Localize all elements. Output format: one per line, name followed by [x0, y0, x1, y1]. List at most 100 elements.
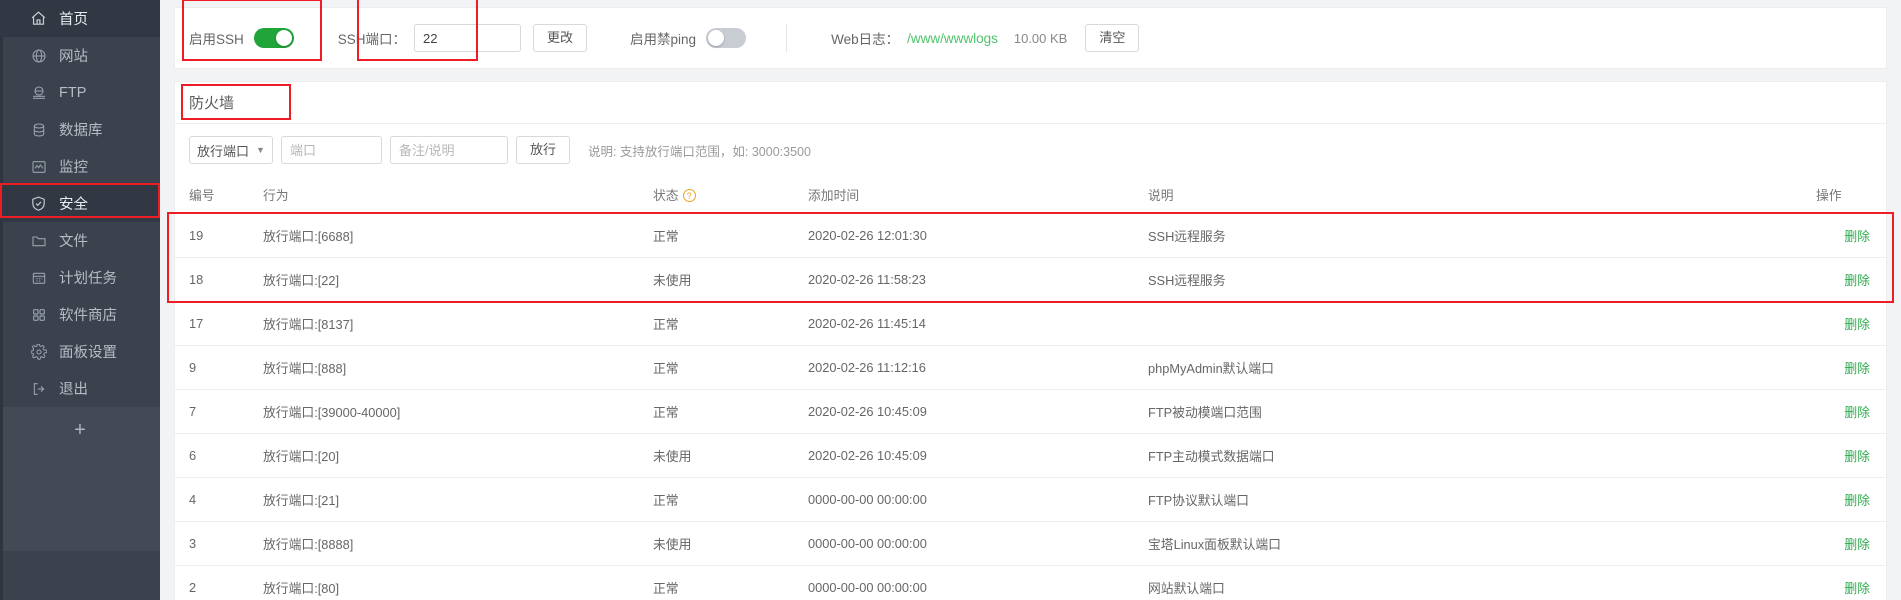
sidebar-item-label: 监控	[59, 160, 88, 176]
sidebar-add-button[interactable]: +	[0, 407, 160, 453]
cell-id: 4	[175, 477, 263, 522]
header-time: 添加时间	[808, 176, 1148, 214]
cell-operation: 删除	[1816, 389, 1886, 434]
note-input[interactable]	[389, 136, 508, 164]
cell-action: 放行端口:[20]	[263, 433, 653, 478]
chevron-down-icon: ▼	[256, 145, 265, 155]
sidebar-item-label: 文件	[59, 234, 88, 250]
sidebar-item-label: 软件商店	[59, 308, 117, 324]
allow-submit-button[interactable]: 放行	[515, 136, 570, 164]
folder-icon	[29, 231, 48, 250]
toggle-knob	[275, 30, 292, 46]
sidebar-item-appstore[interactable]: 软件商店	[0, 296, 160, 333]
sidebar-item-panel-settings[interactable]: 面板设置	[0, 333, 160, 370]
table-row: 19 放行端口:[6688] 正常 2020-02-26 12:01:30 SSH远程服…	[175, 213, 1886, 258]
cell-operation: 删除	[1816, 521, 1886, 566]
firewall-title: 防火墙	[189, 95, 235, 112]
ftp-icon	[29, 83, 48, 102]
table-header: 编号 行为 状态? 添加时间 说明 操作	[175, 176, 1886, 214]
divider	[786, 24, 788, 52]
enable-ssh-toggle[interactable]	[253, 28, 294, 48]
disable-ping-field: 启用禁ping	[630, 28, 747, 48]
cell-time: 2020-02-26 10:45:09	[808, 433, 1148, 478]
sidebar-item-website[interactable]: 网站	[0, 37, 160, 74]
cell-action: 放行端口:[39000-40000]	[263, 389, 653, 434]
cell-time: 2020-02-26 11:58:23	[808, 257, 1148, 302]
cell-status: 正常	[653, 213, 808, 258]
table-header-row: 编号 行为 状态? 添加时间 说明 操作	[175, 176, 1886, 214]
header-op: 操作	[1816, 176, 1886, 214]
cell-desc: FTP协议默认端口	[1148, 477, 1816, 522]
cell-time: 2020-02-26 11:12:16	[808, 345, 1148, 390]
sidebar-item-home[interactable]: 首页	[0, 0, 160, 37]
main-content: 启用SSH SSH端口： 更改 启用禁ping Web日志： /www/wwwl…	[160, 0, 1901, 600]
ssh-change-button[interactable]: 更改	[533, 24, 588, 52]
cell-operation: 删除	[1816, 345, 1886, 390]
cell-desc: SSH远程服务	[1148, 257, 1816, 302]
database-icon	[29, 120, 48, 139]
delete-link[interactable]: 删除	[1844, 361, 1870, 376]
sidebar-item-crontab[interactable]: 计划任务	[0, 259, 160, 296]
firewall-table-wrap: 编号 行为 状态? 添加时间 说明 操作 19 放行端口:[6688] 正常 2020…	[167, 176, 1894, 600]
sidebar-item-label: 网站	[59, 49, 88, 65]
table-row: 9 放行端口:[888] 正常 2020-02-26 11:12:16 phpMyAdm…	[175, 345, 1886, 390]
cell-status: 未使用	[653, 433, 808, 478]
weblog-clear-button[interactable]: 清空	[1085, 24, 1140, 52]
sidebar-item-label: 安全	[59, 197, 88, 213]
cell-operation: 删除	[1816, 301, 1886, 346]
cell-time: 2020-02-26 12:01:30	[808, 213, 1148, 258]
sidebar: 首页 网站 FTP 数据库 监控 安全 文件 计划任务 软件商店 面板设置 退出…	[0, 0, 160, 600]
delete-link[interactable]: 删除	[1844, 493, 1870, 508]
delete-link[interactable]: 删除	[1844, 537, 1870, 552]
logout-icon	[29, 379, 48, 398]
delete-link[interactable]: 删除	[1844, 229, 1870, 244]
cell-id: 19	[175, 213, 263, 258]
cell-status: 正常	[653, 389, 808, 434]
delete-link[interactable]: 删除	[1844, 273, 1870, 288]
cell-desc: FTP主动模式数据端口	[1148, 433, 1816, 478]
port-input[interactable]	[280, 136, 382, 164]
header-status: 状态?	[653, 176, 808, 214]
table-body: 19 放行端口:[6688] 正常 2020-02-26 12:01:30 SSH远程服…	[175, 213, 1886, 600]
weblog-size: 10.00 KB	[1013, 30, 1068, 46]
sidebar-item-label: 面板设置	[59, 345, 117, 361]
firewall-header: 防火墙	[175, 82, 1886, 124]
table-row: 18 放行端口:[22] 未使用 2020-02-26 11:58:23 SSH远程服务…	[175, 257, 1886, 302]
header-id: 编号	[175, 176, 263, 214]
cell-desc: 宝塔Linux面板默认端口	[1148, 521, 1816, 566]
table-row: 4 放行端口:[21] 正常 0000-00-00 00:00:00 FTP协议默认端口…	[175, 477, 1886, 522]
cell-id: 3	[175, 521, 263, 566]
cell-status: 正常	[653, 345, 808, 390]
table-row: 3 放行端口:[8888] 未使用 0000-00-00 00:00:00 宝塔Linu…	[175, 521, 1886, 566]
ssh-port-input[interactable]	[414, 24, 522, 52]
globe-icon	[29, 46, 48, 65]
weblog-label: Web日志：	[831, 32, 900, 47]
cell-time: 0000-00-00 00:00:00	[808, 565, 1148, 600]
sidebar-item-security[interactable]: 安全	[0, 185, 160, 222]
cell-id: 17	[175, 301, 263, 346]
sidebar-item-files[interactable]: 文件	[0, 222, 160, 259]
delete-link[interactable]: 删除	[1844, 581, 1870, 596]
cell-status: 正常	[653, 301, 808, 346]
weblog-path-link[interactable]: /www/wwwlogs	[907, 31, 998, 46]
delete-link[interactable]: 删除	[1844, 405, 1870, 420]
delete-link[interactable]: 删除	[1844, 449, 1870, 464]
sidebar-item-logout[interactable]: 退出	[0, 370, 160, 407]
cell-action: 放行端口:[80]	[263, 565, 653, 600]
rule-type-select[interactable]: 放行端口 ▼	[189, 136, 273, 164]
sidebar-item-ftp[interactable]: FTP	[0, 74, 160, 111]
cell-status: 正常	[653, 565, 808, 600]
disable-ping-toggle[interactable]	[706, 28, 747, 48]
delete-link[interactable]: 删除	[1844, 317, 1870, 332]
cell-action: 放行端口:[8888]	[263, 521, 653, 566]
sidebar-item-database[interactable]: 数据库	[0, 111, 160, 148]
sidebar-item-label: 首页	[59, 12, 88, 28]
help-icon[interactable]: ?	[682, 189, 696, 202]
shield-icon	[29, 194, 48, 213]
ssh-settings-bar: 启用SSH SSH端口： 更改 启用禁ping Web日志： /www/wwwl…	[174, 0, 1887, 69]
firewall-rules-table: 编号 行为 状态? 添加时间 说明 操作 19 放行端口:[6688] 正常 2020…	[175, 176, 1886, 600]
sidebar-item-monitor[interactable]: 监控	[0, 148, 160, 185]
rule-type-select-value: 放行端口	[197, 143, 250, 159]
apps-icon	[29, 305, 48, 324]
cell-time: 2020-02-26 11:45:14	[808, 301, 1148, 346]
